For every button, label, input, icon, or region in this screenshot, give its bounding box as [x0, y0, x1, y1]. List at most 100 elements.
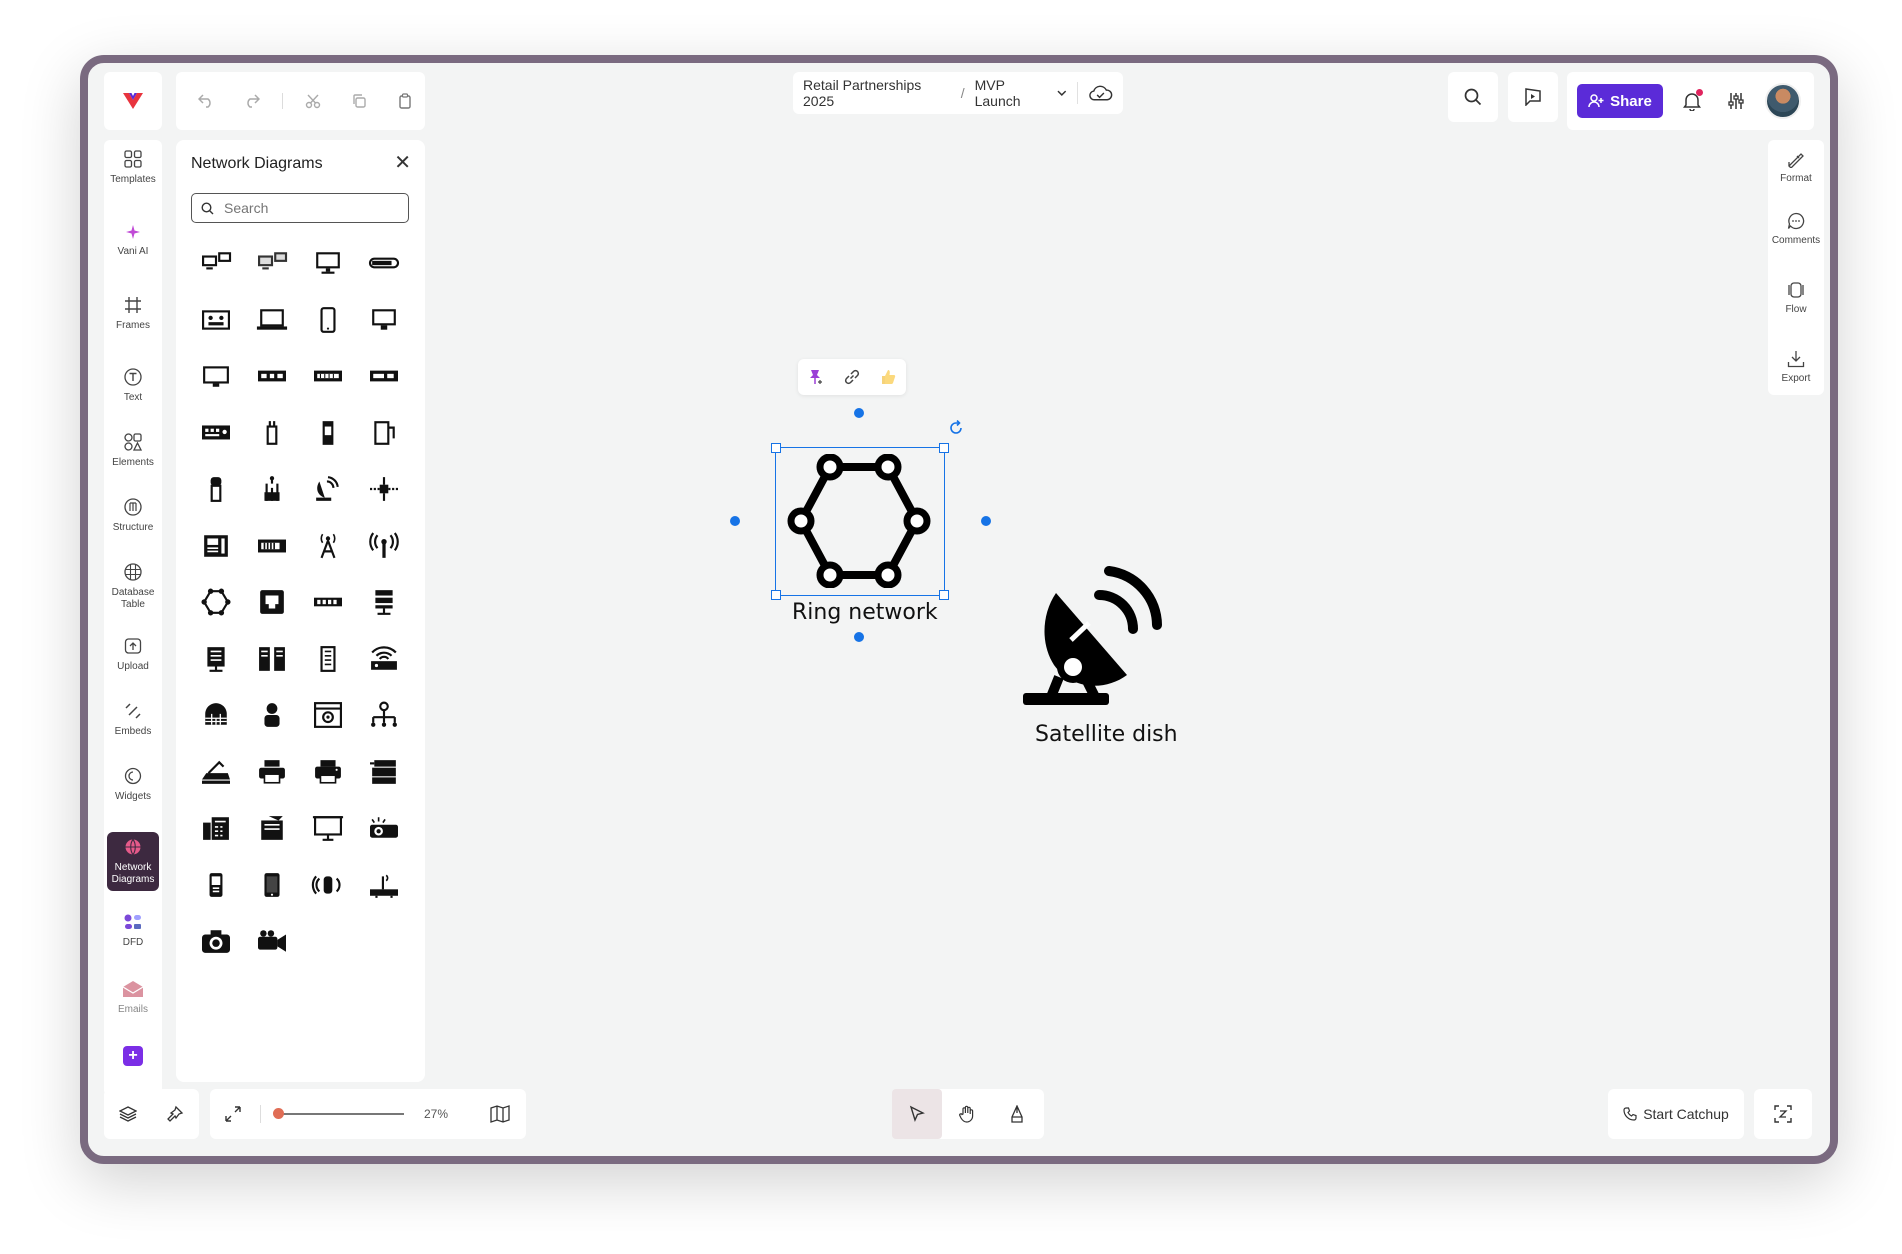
sidebar-item-structure[interactable]: Structure	[104, 498, 162, 534]
search-input[interactable]	[222, 199, 386, 217]
rotate-icon[interactable]	[948, 420, 964, 436]
shape-tile-wireless-phone[interactable]	[300, 857, 356, 914]
resize-handle-top-right[interactable]	[939, 443, 949, 453]
sidebar-item-emails[interactable]: Emails	[104, 980, 162, 1016]
shape-tile-wifi-router[interactable]	[356, 631, 412, 688]
shape-tile-display[interactable]	[188, 348, 244, 405]
pen-tool[interactable]	[992, 1089, 1042, 1139]
shape-tile-storage-unit[interactable]	[300, 631, 356, 688]
shape-tile-satellite-dish[interactable]	[300, 461, 356, 518]
start-catchup-button[interactable]: Start Catchup	[1608, 1089, 1744, 1139]
notifications-button[interactable]	[1677, 86, 1707, 116]
connector-dot-left[interactable]	[730, 516, 740, 526]
layers-icon[interactable]	[118, 1105, 137, 1123]
breadcrumb-current[interactable]: MVP Launch	[975, 77, 1067, 109]
shape-tile-fiber-splitter[interactable]	[244, 461, 300, 518]
hand-tool[interactable]	[942, 1089, 992, 1139]
settings-button[interactable]	[1721, 81, 1751, 121]
shape-tile-scanner[interactable]	[188, 744, 244, 801]
shape-tile-patch-panel[interactable]	[188, 405, 244, 462]
shape-tile-laser-printer[interactable]	[300, 744, 356, 801]
shape-tile-ethernet-port[interactable]	[244, 574, 300, 631]
shape-tile-mobile-phone[interactable]	[188, 857, 244, 914]
shape-tile-bus-network[interactable]	[300, 574, 356, 631]
search-button[interactable]	[1448, 72, 1498, 122]
shape-tile-video-camera[interactable]	[244, 913, 300, 970]
shape-tile-access-point[interactable]	[356, 857, 412, 914]
comments-button[interactable]: Comments	[1768, 212, 1824, 246]
shape-tile-monitor[interactable]	[356, 292, 412, 349]
shape-tile-switch[interactable]	[300, 348, 356, 405]
resize-handle-top-left[interactable]	[771, 443, 781, 453]
shape-tile-tree-network[interactable]	[356, 687, 412, 744]
zoom-slider[interactable]	[276, 1113, 404, 1115]
paste-button[interactable]	[385, 81, 425, 121]
resize-handle-bottom-right[interactable]	[939, 590, 949, 600]
pin-icon[interactable]	[166, 1105, 184, 1123]
shape-tile-firewall[interactable]	[188, 687, 244, 744]
zoom-slider-handle[interactable]	[272, 1108, 284, 1119]
shape-tile-usb-device[interactable]	[244, 405, 300, 462]
shape-tile-web-server[interactable]	[300, 687, 356, 744]
shape-tile-antenna[interactable]	[356, 518, 412, 575]
format-button[interactable]: Format	[1768, 150, 1824, 184]
shape-tile-cell-tower[interactable]	[300, 518, 356, 575]
shape-tile-server-unit[interactable]	[188, 518, 244, 575]
shape-tile-ups[interactable]	[300, 405, 356, 462]
shape-tile-fax[interactable]	[188, 800, 244, 857]
shape-tile-ring-network[interactable]	[188, 574, 244, 631]
sidebar-item-elements[interactable]: Elements	[104, 433, 162, 469]
share-button[interactable]: Share	[1577, 84, 1663, 118]
shape-search[interactable]	[191, 193, 409, 223]
shape-tile-copier[interactable]	[356, 744, 412, 801]
zoom-level[interactable]: 27%	[424, 1107, 448, 1121]
sidebar-item-frames[interactable]: Frames	[104, 296, 162, 332]
ai-pin-icon[interactable]	[807, 368, 825, 386]
sidebar-item-vani-ai[interactable]: Vani AI	[104, 224, 162, 258]
link-icon[interactable]	[843, 368, 861, 386]
shape-tile-workstation-pair[interactable]	[188, 235, 244, 292]
shape-tile-desktop-monitor[interactable]	[300, 235, 356, 292]
connector-dot-bottom[interactable]	[854, 632, 864, 642]
shape-tile-laptop[interactable]	[244, 292, 300, 349]
sidebar-item-dfd[interactable]: DFD	[104, 913, 162, 949]
shape-tile-server-rack[interactable]	[244, 631, 300, 688]
sidebar-item-database-table[interactable]: Database Table	[104, 563, 162, 610]
cloud-saved-icon[interactable]	[1088, 84, 1113, 102]
present-button[interactable]	[1508, 72, 1558, 122]
connector-dot-top[interactable]	[854, 408, 864, 418]
export-button[interactable]: Export	[1768, 350, 1824, 384]
ring-network-shape[interactable]	[783, 454, 935, 588]
app-logo[interactable]	[104, 72, 162, 130]
sidebar-item-text[interactable]: Text	[104, 368, 162, 404]
close-icon[interactable]: ✕	[394, 153, 411, 173]
shape-tile-server[interactable]	[188, 631, 244, 688]
add-tool-button[interactable]: +	[123, 1046, 143, 1066]
sidebar-item-templates[interactable]: Templates	[104, 150, 162, 186]
sidebar-item-upload[interactable]: Upload	[104, 637, 162, 673]
flow-button[interactable]: Flow	[1768, 281, 1824, 315]
shape-tile-satellite[interactable]	[356, 461, 412, 518]
shape-tile-handheld[interactable]	[356, 405, 412, 462]
sidebar-item-embeds[interactable]: Embeds	[104, 702, 162, 738]
satellite-dish-label[interactable]: Satellite dish	[1035, 722, 1178, 747]
sidebar-item-widgets[interactable]: Widgets	[104, 767, 162, 803]
shape-tile-flash-drive[interactable]	[188, 461, 244, 518]
shape-tile-tablet[interactable]	[300, 292, 356, 349]
connector-dot-right[interactable]	[981, 516, 991, 526]
sidebar-item-network-diagrams[interactable]: Network Diagrams	[107, 832, 159, 891]
shape-tile-multifunction-printer[interactable]	[244, 800, 300, 857]
copy-button[interactable]	[339, 81, 379, 121]
shape-tile-printer[interactable]	[244, 744, 300, 801]
fullscreen-icon[interactable]	[224, 1105, 242, 1123]
resize-handle-bottom-left[interactable]	[771, 590, 781, 600]
shape-tile-switch-panel[interactable]	[188, 292, 244, 349]
ring-network-label[interactable]: Ring network	[792, 600, 938, 625]
thumbs-up-icon[interactable]	[879, 368, 897, 386]
zoom-to-fit-button[interactable]	[1754, 1089, 1812, 1139]
redo-button[interactable]	[232, 81, 272, 121]
shape-tile-projector[interactable]	[356, 800, 412, 857]
avatar[interactable]	[1765, 83, 1801, 119]
map-icon[interactable]	[490, 1105, 510, 1123]
breadcrumb-parent[interactable]: Retail Partnerships 2025	[803, 77, 951, 109]
